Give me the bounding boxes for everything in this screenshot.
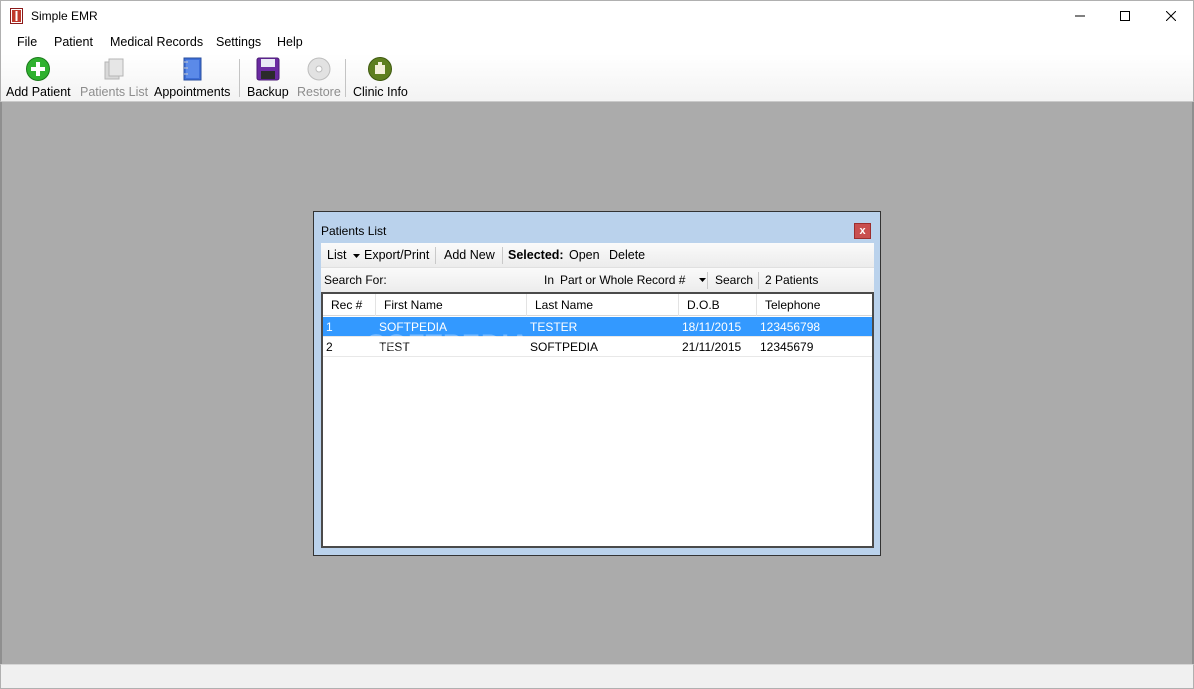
add-patient-button[interactable]: Add Patient bbox=[6, 56, 71, 100]
delete-button[interactable]: Delete bbox=[609, 248, 645, 262]
add-patient-label: Add Patient bbox=[6, 85, 71, 99]
menu-medical-records[interactable]: Medical Records bbox=[110, 35, 203, 49]
table-row[interactable]: 2 TEST SOFTPEDIA 21/11/2015 12345679 bbox=[323, 337, 872, 357]
cell-rec: 1 bbox=[326, 320, 333, 334]
table-row[interactable]: 1 SOFTPEDIA TESTER 18/11/2015 123456798 bbox=[323, 317, 872, 337]
menu-help[interactable]: Help bbox=[277, 35, 303, 49]
patients-grid[interactable]: Rec # First Name Last Name D.O.B Telepho… bbox=[321, 292, 874, 548]
patients-list-window: Patients List x List Export/Print Add Ne… bbox=[313, 211, 881, 556]
selected-label: Selected: bbox=[508, 248, 564, 262]
grid-header: Rec # First Name Last Name D.O.B Telepho… bbox=[323, 294, 872, 316]
child-window-title: Patients List bbox=[321, 224, 387, 238]
chevron-down-icon bbox=[352, 253, 360, 258]
column-header-rec[interactable]: Rec # bbox=[323, 294, 376, 316]
clinic-info-label: Clinic Info bbox=[353, 85, 408, 99]
menu-patient[interactable]: Patient bbox=[54, 35, 93, 49]
clipboard-icon bbox=[104, 58, 124, 80]
column-header-first-name[interactable]: First Name bbox=[376, 294, 527, 316]
search-button[interactable]: Search bbox=[715, 273, 753, 287]
add-new-button[interactable]: Add New bbox=[444, 248, 495, 262]
title-bar: Simple EMR bbox=[0, 0, 1194, 31]
menu-settings[interactable]: Settings bbox=[216, 35, 261, 49]
toolbar-separator bbox=[239, 59, 240, 97]
list-dropdown-button[interactable]: List bbox=[327, 248, 360, 262]
close-icon bbox=[1166, 11, 1176, 21]
cell-last-name: TESTER bbox=[530, 320, 578, 334]
in-label: In bbox=[544, 273, 555, 287]
close-button[interactable] bbox=[1148, 1, 1194, 31]
patients-list-button[interactable]: Patients List bbox=[80, 56, 148, 100]
restore-label: Restore bbox=[297, 85, 341, 99]
patients-list-label: Patients List bbox=[80, 85, 149, 99]
search-field-value: Part or Whole Record # bbox=[560, 273, 686, 287]
add-icon bbox=[26, 57, 51, 81]
cell-telephone: 12345679 bbox=[760, 340, 814, 354]
window-title: Simple EMR bbox=[31, 9, 98, 23]
cell-first-name: TEST bbox=[379, 340, 410, 354]
clinic-icon bbox=[368, 57, 393, 81]
search-input[interactable] bbox=[387, 270, 539, 290]
column-header-last-name[interactable]: Last Name bbox=[527, 294, 679, 316]
menu-file[interactable]: File bbox=[17, 35, 37, 49]
minimize-icon bbox=[1075, 15, 1085, 17]
column-header-telephone[interactable]: Telephone bbox=[757, 294, 872, 316]
backup-button[interactable]: Backup bbox=[247, 56, 289, 100]
open-button[interactable]: Open bbox=[569, 248, 600, 262]
toolbar-separator bbox=[435, 247, 436, 264]
appointments-button[interactable]: Appointments bbox=[154, 56, 230, 100]
chevron-down-icon bbox=[699, 278, 707, 282]
patients-toolbar: List Export/Print Add New Selected: Open… bbox=[321, 243, 874, 268]
notebook-icon bbox=[183, 57, 202, 81]
toolbar-separator bbox=[707, 272, 708, 289]
patient-count: 2 Patients bbox=[765, 273, 819, 287]
cell-dob: 18/11/2015 bbox=[682, 320, 742, 334]
status-bar bbox=[0, 664, 1194, 689]
main-toolbar: Add Patient Patients List Appointments B… bbox=[0, 54, 1194, 102]
appointments-label: Appointments bbox=[154, 85, 231, 99]
column-header-dob[interactable]: D.O.B bbox=[679, 294, 757, 316]
floppy-disk-icon bbox=[256, 57, 280, 81]
cell-last-name: SOFTPEDIA bbox=[530, 340, 599, 354]
toolbar-separator bbox=[758, 272, 759, 289]
restore-button[interactable]: Restore bbox=[297, 56, 341, 100]
minimize-button[interactable] bbox=[1057, 1, 1103, 31]
search-for-label: Search For: bbox=[324, 273, 387, 287]
toolbar-separator bbox=[345, 59, 346, 97]
child-close-button[interactable]: x bbox=[854, 223, 871, 239]
search-toolbar: Search For: In Part or Whole Record # Se… bbox=[321, 268, 874, 292]
cell-first-name: SOFTPEDIA bbox=[379, 320, 448, 334]
maximize-icon bbox=[1120, 11, 1130, 21]
cell-rec: 2 bbox=[326, 340, 333, 354]
close-icon: x bbox=[859, 225, 866, 237]
backup-label: Backup bbox=[247, 85, 289, 99]
list-label: List bbox=[327, 248, 347, 262]
cell-telephone: 123456798 bbox=[760, 320, 821, 334]
search-field-select[interactable]: Part or Whole Record # bbox=[560, 270, 710, 290]
clinic-info-button[interactable]: Clinic Info bbox=[353, 56, 408, 100]
export-print-button[interactable]: Export/Print bbox=[364, 248, 429, 262]
maximize-button[interactable] bbox=[1102, 1, 1148, 31]
menu-bar: File Patient Medical Records Settings He… bbox=[0, 31, 1194, 54]
cell-dob: 21/11/2015 bbox=[682, 340, 742, 354]
disc-icon bbox=[307, 57, 331, 81]
app-icon bbox=[10, 8, 23, 24]
toolbar-separator bbox=[502, 247, 503, 264]
